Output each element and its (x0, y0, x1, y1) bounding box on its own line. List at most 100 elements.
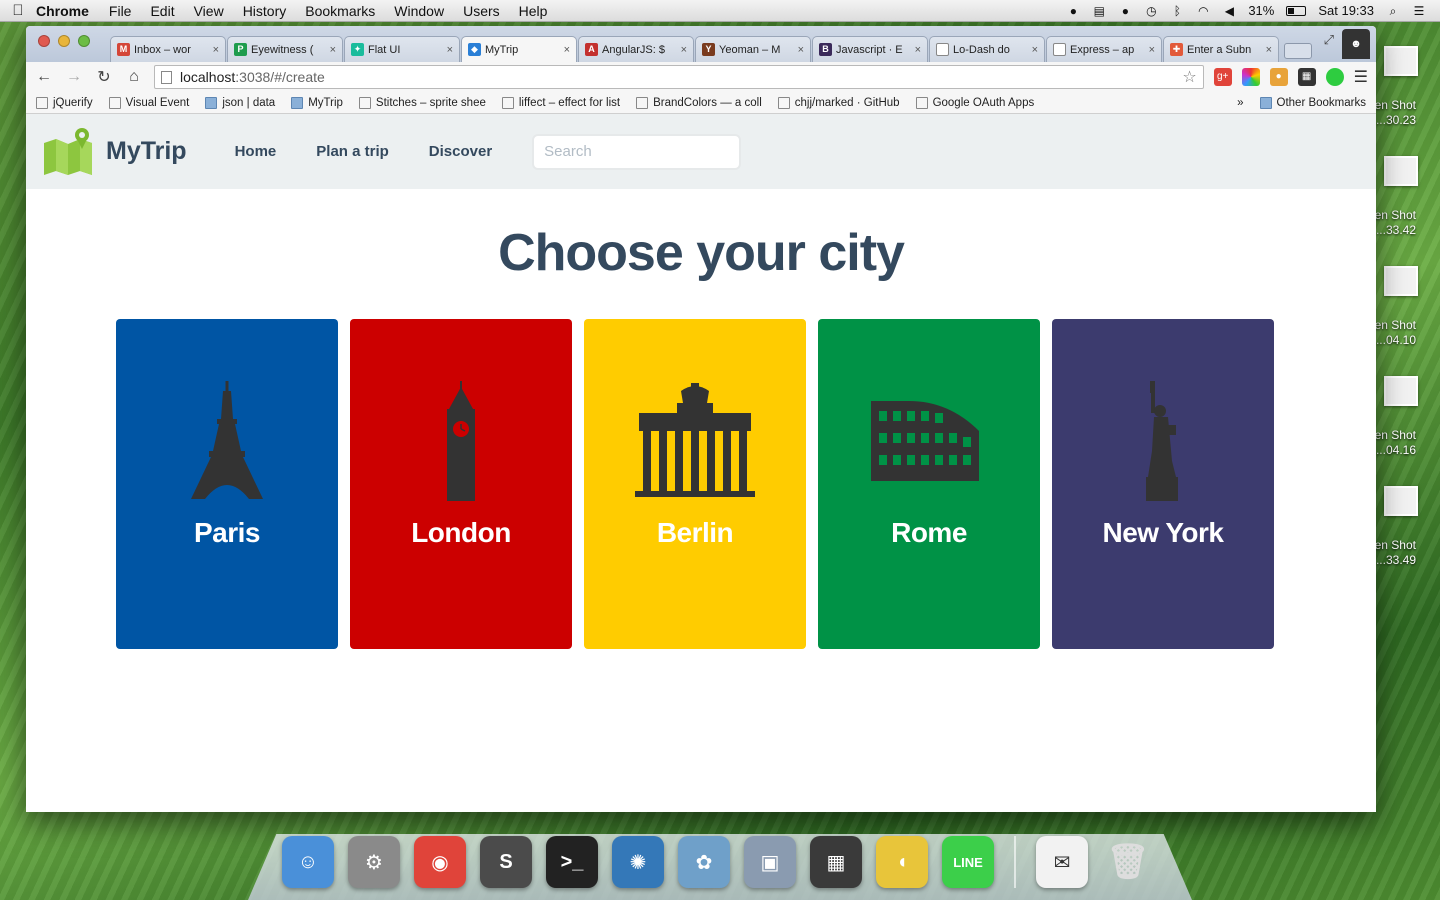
dock-stack-icon[interactable]: ✉ (1036, 836, 1088, 888)
bluetooth-icon[interactable]: ᛒ (1170, 4, 1184, 18)
tab-close-icon[interactable]: × (330, 44, 336, 56)
bookmark-item[interactable]: BrandColors — a coll (636, 96, 762, 109)
time-machine-icon[interactable]: ◷ (1144, 4, 1158, 18)
bookmarks-overflow-icon[interactable]: » (1237, 97, 1243, 109)
dock-line-icon[interactable]: LINE (942, 836, 994, 888)
page-icon (108, 96, 121, 109)
nav-home-link[interactable]: Home (235, 143, 277, 160)
dock-iphoto-icon[interactable]: ▣ (744, 836, 796, 888)
tab-close-icon[interactable]: × (1266, 44, 1272, 56)
wifi-icon[interactable]: ◠ (1196, 4, 1210, 18)
back-icon[interactable]: ← (34, 68, 54, 86)
tab-close-icon[interactable]: × (681, 44, 687, 56)
browser-tab[interactable]: Lo-Dash do × (929, 36, 1045, 62)
city-card-london[interactable]: London (350, 319, 572, 649)
search-input[interactable] (544, 143, 744, 160)
desktop-file[interactable]: en Shot ...04.10 (1374, 260, 1440, 370)
dock-sublime-text-icon[interactable]: S (480, 836, 532, 888)
tab-close-icon[interactable]: × (564, 44, 570, 56)
close-window-button[interactable] (38, 35, 50, 47)
menu-window[interactable]: Window (394, 3, 444, 19)
menu-users[interactable]: Users (463, 3, 500, 19)
browser-tab[interactable]: Y Yeoman – M × (695, 36, 811, 62)
dock-sequel-icon[interactable]: ◖ (876, 836, 928, 888)
menu-view[interactable]: View (194, 3, 224, 19)
desktop-file[interactable]: en Shot ...33.49 (1374, 480, 1440, 590)
dock-chrome-icon[interactable]: ◉ (414, 836, 466, 888)
browser-tab[interactable]: P Eyewitness (× (227, 36, 343, 62)
nav-plan-trip-link[interactable]: Plan a trip (316, 143, 389, 160)
color-picker-extension-icon[interactable] (1241, 68, 1260, 86)
city-card-new-york[interactable]: New York (1052, 319, 1274, 649)
dock-sourcetree-icon[interactable]: ✺ (612, 836, 664, 888)
qr-code-extension-icon[interactable]: ▦ (1297, 68, 1316, 86)
city-card-rome[interactable]: Rome (818, 319, 1040, 649)
battery-icon[interactable] (1286, 5, 1307, 16)
desktop-file[interactable]: en Shot ...33.42 (1374, 150, 1440, 260)
tab-close-icon[interactable]: × (1149, 44, 1155, 56)
zoom-window-button[interactable] (78, 35, 90, 47)
reload-icon[interactable]: ↻ (94, 67, 114, 87)
menu-file[interactable]: File (109, 3, 132, 19)
menu-history[interactable]: History (243, 3, 287, 19)
city-card-paris[interactable]: Paris (116, 319, 338, 649)
menu-clock[interactable]: Sat 19:33 (1318, 3, 1374, 18)
bookmark-item[interactable]: liffect – effect for list (501, 96, 620, 109)
dock-finder-icon[interactable]: ☺ (282, 836, 334, 888)
chrome-menu-icon[interactable]: ☰ (1354, 67, 1368, 87)
city-card-berlin[interactable]: Berlin (584, 319, 806, 649)
menu-edit[interactable]: Edit (150, 3, 174, 19)
dock-system-preferences-icon[interactable]: ⚙ (348, 836, 400, 888)
desktop-file[interactable]: en Shot ...04.16 (1374, 370, 1440, 480)
cookie-extension-icon[interactable]: ● (1269, 68, 1288, 86)
browser-tab[interactable]: ◆ MyTrip × (461, 36, 577, 62)
spotlight-icon[interactable]: ⌕ (1386, 4, 1400, 18)
volume-icon[interactable]: ◀ (1222, 4, 1236, 18)
menu-help[interactable]: Help (519, 3, 548, 19)
bookmark-label: chjj/marked · GitHub (794, 96, 900, 109)
tab-close-icon[interactable]: × (798, 44, 804, 56)
dock-terminal-icon[interactable]: >_ (546, 836, 598, 888)
profile-avatar[interactable]: ☻ (1342, 29, 1370, 59)
google-plus-extension-icon[interactable]: g+ (1213, 68, 1232, 86)
dock-trash-icon[interactable]: 🗑 (1102, 836, 1154, 888)
bookmark-item[interactable]: Visual Event (108, 96, 189, 109)
evernote-extension-icon[interactable] (1325, 68, 1344, 86)
fullscreen-icon[interactable]: ⤢ (1324, 32, 1334, 48)
bookmark-item[interactable]: json | data (205, 96, 275, 109)
dock-calculator-icon[interactable]: ▦ (810, 836, 862, 888)
bookmark-item[interactable]: Google OAuth Apps (915, 96, 1034, 109)
minimize-window-button[interactable] (58, 35, 70, 47)
bookmark-item[interactable]: MyTrip (291, 96, 343, 109)
bookmark-item[interactable]: Stitches – sprite shee (358, 96, 486, 109)
apple-icon[interactable]:  (0, 2, 36, 19)
browser-tab[interactable]: ✦ Flat UI × (344, 36, 460, 62)
browser-tab[interactable]: ✚ Enter a Subn × (1163, 36, 1279, 62)
bookmark-other-bookmarks[interactable]: Other Bookmarks (1259, 96, 1366, 109)
address-bar[interactable]: localhost:3038/#/create ☆ (154, 65, 1204, 89)
bookmark-star-icon[interactable]: ☆ (1182, 67, 1196, 87)
browser-tab[interactable]: Express – ap × (1046, 36, 1162, 62)
chat-tray-icon[interactable]: ● (1118, 4, 1132, 18)
tab-close-icon[interactable]: × (213, 44, 219, 56)
browser-tab[interactable]: A AngularJS: $ × (578, 36, 694, 62)
desktop-file[interactable]: en Shot ...30.23 (1374, 40, 1440, 150)
brand[interactable]: MyTrip (42, 127, 187, 177)
browser-tab[interactable]: M Inbox – wor × (110, 36, 226, 62)
tab-close-icon[interactable]: × (447, 44, 453, 56)
line-tray-icon[interactable]: ● (1066, 4, 1080, 18)
tab-close-icon[interactable]: × (915, 44, 921, 56)
dock-preview-icon[interactable]: ✿ (678, 836, 730, 888)
home-icon[interactable]: ⌂ (124, 68, 144, 86)
tab-close-icon[interactable]: × (1032, 44, 1038, 56)
new-tab-button[interactable] (1284, 43, 1312, 59)
notification-center-icon[interactable]: ☰ (1412, 4, 1426, 18)
bookmark-item[interactable]: jQuerify (36, 96, 93, 109)
browser-tab[interactable]: B Javascript · E × (812, 36, 928, 62)
forward-icon[interactable]: → (64, 68, 84, 86)
evernote-tray-icon[interactable]: ▤ (1092, 4, 1106, 18)
menu-app-name[interactable]: Chrome (36, 3, 89, 19)
menu-bookmarks[interactable]: Bookmarks (305, 3, 375, 19)
nav-discover-link[interactable]: Discover (429, 143, 492, 160)
bookmark-item[interactable]: chjj/marked · GitHub (777, 96, 900, 109)
